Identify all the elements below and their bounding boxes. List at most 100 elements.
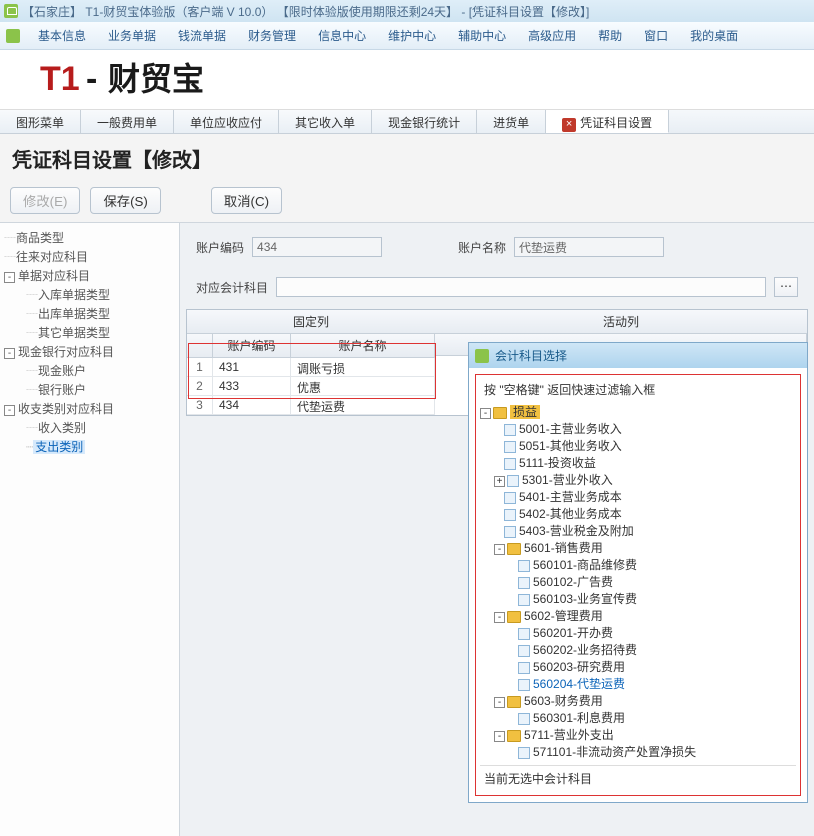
collapse-icon[interactable]: - [480,408,491,419]
subject-item[interactable]: 560102-广告费 [533,575,613,589]
menu-basic-info[interactable]: 基本信息 [28,23,96,48]
subject-item[interactable]: 5301-营业外收入 [522,473,613,487]
subject-item[interactable]: 5051-其他业务收入 [519,439,622,453]
collapse-icon[interactable]: - [494,697,505,708]
menu-advanced[interactable]: 高级应用 [518,23,586,48]
tree-expense-type[interactable]: 支出类别 [33,440,85,454]
tree-root[interactable]: 损益 [510,405,540,419]
subject-input[interactable] [276,277,766,297]
acct-code-input [252,237,382,257]
tab-expense[interactable]: 一般费用单 [81,110,174,133]
save-button[interactable]: 保存(S) [90,187,160,214]
acct-name-input [514,237,664,257]
toolbar: 修改(E) 保存(S) 取消(C) [0,183,814,222]
subject-item[interactable]: 560202-业务招待费 [533,643,637,657]
subject-item[interactable]: 560101-商品维修费 [533,558,637,572]
subject-label: 对应会计科目 [196,279,268,296]
acct-name-label: 账户名称 [458,239,506,256]
subject-item[interactable]: 5601-销售费用 [524,541,603,555]
edit-button: 修改(E) [10,187,80,214]
popup-status: 当前无选中会计科目 [480,765,796,791]
close-icon[interactable]: × [562,118,576,132]
tab-label: 凭证科目设置 [580,116,652,130]
category-tree[interactable]: ┈商品类型 ┈往来对应科目 -单据对应科目 ┈入库单据类型 ┈出库单据类型 ┈其… [0,223,180,836]
main-menu: 基本信息 业务单据 钱流单据 财务管理 信息中心 维护中心 辅助中心 高级应用 … [0,22,814,50]
subject-picker-button[interactable]: ⋯ [774,277,798,297]
subject-item[interactable]: 5111-投资收益 [519,456,596,470]
folder-icon [507,730,521,742]
file-icon [518,645,530,657]
menu-window[interactable]: 窗口 [634,23,678,48]
subject-item[interactable]: 560201-开办费 [533,626,613,640]
subject-item[interactable]: 5001-主营业务收入 [519,422,622,436]
file-icon [518,560,530,572]
tab-voucher-settings[interactable]: × 凭证科目设置 [546,110,669,133]
file-icon [518,628,530,640]
tree-goods-type[interactable]: 商品类型 [16,231,64,245]
file-icon [518,594,530,606]
menu-finance[interactable]: 财务管理 [238,23,306,48]
subject-item[interactable]: 5402-其他业务成本 [519,507,622,521]
lock-icon [4,4,18,18]
tree-outbound[interactable]: 出库单据类型 [38,307,110,321]
tree-income-type[interactable]: 收入类别 [38,421,86,435]
menu-business[interactable]: 业务单据 [98,23,166,48]
subject-item[interactable]: 5603-财务费用 [524,694,603,708]
tree-contact-subject[interactable]: 往来对应科目 [16,250,88,264]
menu-help[interactable]: 帮助 [588,23,632,48]
acct-code-label: 账户编码 [196,239,244,256]
folder-icon [507,611,521,623]
subject-item[interactable]: 560203-研究费用 [533,660,625,674]
brand-logo: T1 - 财贸宝 [40,56,300,104]
collapse-icon[interactable]: - [494,544,505,555]
folder-icon [493,407,507,419]
menu-maintain[interactable]: 维护中心 [378,23,446,48]
subject-item-highlight[interactable]: 560204-代垫运费 [533,677,625,691]
subject-item[interactable]: 571101-非流动资产处置净损失 [533,745,696,759]
menu-desktop[interactable]: 我的桌面 [680,23,748,48]
popup-titlebar[interactable]: 会计科目选择 [469,343,807,368]
tree-bill-subject[interactable]: 单据对应科目 [18,269,90,283]
subject-item[interactable]: 560103-业务宣传费 [533,592,637,606]
tab-other-income[interactable]: 其它收入单 [279,110,372,133]
folder-icon [507,543,521,555]
lock-icon [6,29,20,43]
collapse-icon[interactable]: - [494,731,505,742]
collapse-icon[interactable]: - [4,405,15,416]
menu-assist[interactable]: 辅助中心 [448,23,516,48]
document-tabs: 图形菜单 一般费用单 单位应收应付 其它收入单 现金银行统计 进货单 × 凭证科目… [0,110,814,134]
tree-inbound[interactable]: 入库单据类型 [38,288,110,302]
subject-item[interactable]: 5711-营业外支出 [524,728,614,742]
subject-item[interactable]: 5403-营业税金及附加 [519,524,634,538]
collapse-icon[interactable]: - [4,272,15,283]
file-icon [518,577,530,589]
popup-title: 会计科目选择 [495,347,567,364]
tree-other-bill[interactable]: 其它单据类型 [38,326,110,340]
tree-cash-acct[interactable]: 现金账户 [38,364,86,378]
subject-tree[interactable]: - 损益 5001-主营业务收入 5051-其他业务收入 5111-投资收益 +5… [480,404,796,761]
cancel-button[interactable]: 取消(C) [211,187,282,214]
subject-item[interactable]: 5602-管理费用 [524,609,603,623]
tab-cash-stats[interactable]: 现金银行统计 [372,110,477,133]
tab-graph-menu[interactable]: 图形菜单 [0,110,81,133]
tree-income-expense[interactable]: 收支类别对应科目 [18,402,114,416]
expand-icon[interactable]: + [494,476,505,487]
page-title: 凭证科目设置【修改】 [0,134,814,183]
file-icon [518,679,530,691]
subject-item[interactable]: 560301-利息费用 [533,711,625,725]
tab-receivable[interactable]: 单位应收应付 [174,110,279,133]
collapse-icon[interactable]: - [4,348,15,359]
menu-info[interactable]: 信息中心 [308,23,376,48]
tree-bank-acct[interactable]: 银行账户 [38,383,86,397]
file-icon [507,475,519,487]
svg-text:-: - [86,60,97,98]
menu-cashflow[interactable]: 钱流单据 [168,23,236,48]
tree-cash-bank[interactable]: 现金银行对应科目 [18,345,114,359]
svg-text:财贸宝: 财贸宝 [108,61,204,97]
tab-purchase[interactable]: 进货单 [477,110,546,133]
window-title: 【石家庄】 T1-财贸宝体验版（客户端 V 10.0） 【限时体验版使用期限还剩… [22,3,589,20]
lock-icon [475,349,489,363]
highlight-box [188,343,436,399]
subject-item[interactable]: 5401-主营业务成本 [519,490,622,504]
collapse-icon[interactable]: - [494,612,505,623]
